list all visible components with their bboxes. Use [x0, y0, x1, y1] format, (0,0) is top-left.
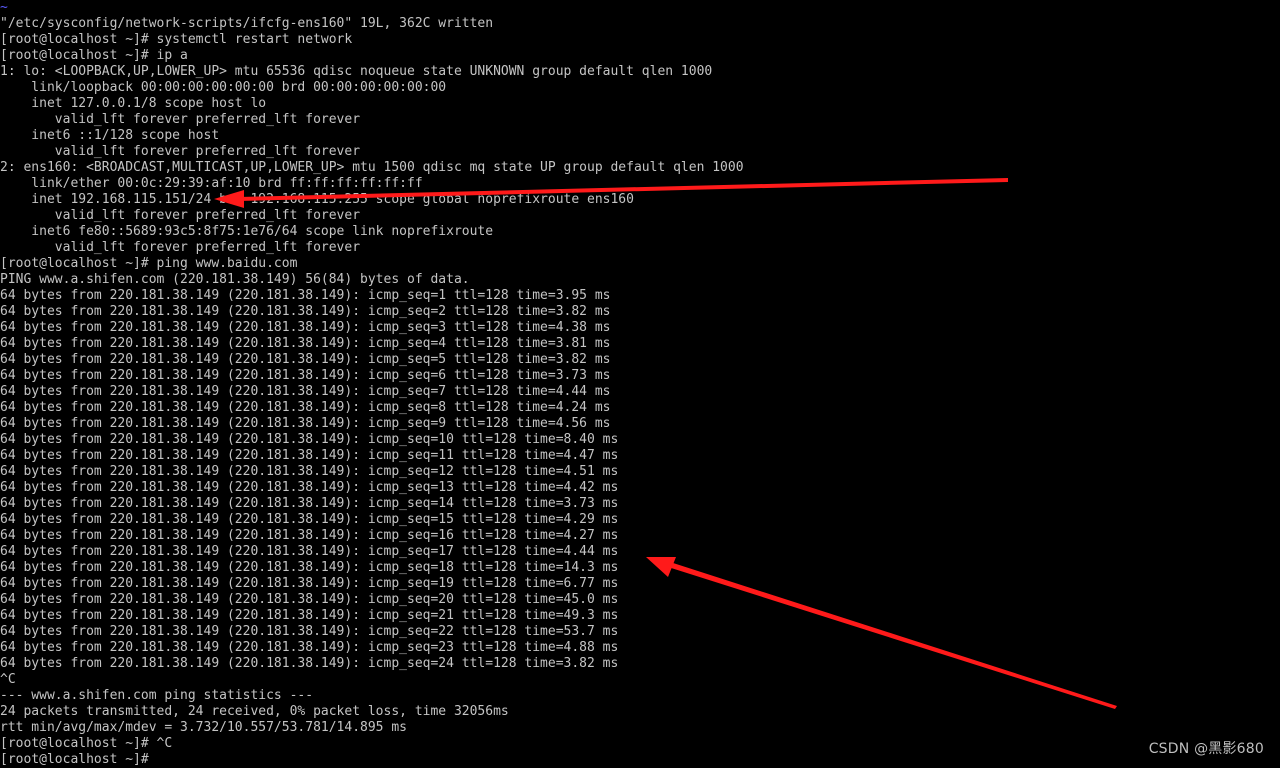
terminal-output: ~ "/etc/sysconfig/network-scripts/ifcfg-e…	[0, 0, 744, 768]
terminal-line: inet 127.0.0.1/8 scope host lo	[0, 96, 267, 111]
terminal-line: 64 bytes from 220.181.38.149 (220.181.38…	[0, 368, 611, 383]
terminal-line: 64 bytes from 220.181.38.149 (220.181.38…	[0, 576, 619, 591]
terminal-line: 64 bytes from 220.181.38.149 (220.181.38…	[0, 512, 619, 527]
terminal-line: valid_lft forever preferred_lft forever	[0, 144, 361, 159]
terminal-line: [root@localhost ~]# ip a	[0, 48, 188, 63]
terminal-line: 64 bytes from 220.181.38.149 (220.181.38…	[0, 320, 611, 335]
terminal-line: 64 bytes from 220.181.38.149 (220.181.38…	[0, 640, 619, 655]
terminal-line: valid_lft forever preferred_lft forever	[0, 208, 361, 223]
terminal-line: valid_lft forever preferred_lft forever	[0, 240, 361, 255]
terminal-line: 64 bytes from 220.181.38.149 (220.181.38…	[0, 464, 619, 479]
terminal-line: 64 bytes from 220.181.38.149 (220.181.38…	[0, 560, 619, 575]
terminal-line: 64 bytes from 220.181.38.149 (220.181.38…	[0, 304, 611, 319]
terminal-window[interactable]: ~ "/etc/sysconfig/network-scripts/ifcfg-e…	[0, 0, 1280, 768]
terminal-line: valid_lft forever preferred_lft forever	[0, 112, 361, 127]
terminal-line: --- www.a.shifen.com ping statistics ---	[0, 688, 314, 703]
terminal-line: 64 bytes from 220.181.38.149 (220.181.38…	[0, 448, 619, 463]
terminal-line: 2: ens160: <BROADCAST,MULTICAST,UP,LOWER…	[0, 160, 744, 175]
terminal-line: [root@localhost ~]# ping www.baidu.com	[0, 256, 298, 271]
terminal-line: ^C	[0, 672, 16, 687]
terminal-line: "/etc/sysconfig/network-scripts/ifcfg-en…	[0, 16, 494, 31]
terminal-line: 64 bytes from 220.181.38.149 (220.181.38…	[0, 432, 619, 447]
terminal-line: PING www.a.shifen.com (220.181.38.149) 5…	[0, 272, 470, 287]
csdn-watermark: CSDN @黑影680	[1148, 741, 1264, 757]
terminal-line: ~	[0, 0, 8, 15]
terminal-line: rtt min/avg/max/mdev = 3.732/10.557/53.7…	[0, 720, 407, 735]
terminal-line: link/ether 00:0c:29:39:af:10 brd ff:ff:f…	[0, 176, 423, 191]
terminal-line: 64 bytes from 220.181.38.149 (220.181.38…	[0, 544, 619, 559]
terminal-line: 64 bytes from 220.181.38.149 (220.181.38…	[0, 608, 619, 623]
terminal-line: 64 bytes from 220.181.38.149 (220.181.38…	[0, 416, 611, 431]
terminal-line: 64 bytes from 220.181.38.149 (220.181.38…	[0, 352, 611, 367]
terminal-line: 64 bytes from 220.181.38.149 (220.181.38…	[0, 624, 619, 639]
terminal-line: 64 bytes from 220.181.38.149 (220.181.38…	[0, 480, 619, 495]
terminal-line: inet 192.168.115.151/24 brd 192.168.115.…	[0, 192, 634, 207]
terminal-line: [root@localhost ~]# systemctl restart ne…	[0, 32, 353, 47]
terminal-line: inet6 ::1/128 scope host	[0, 128, 220, 143]
terminal-line: 64 bytes from 220.181.38.149 (220.181.38…	[0, 288, 611, 303]
terminal-line: 64 bytes from 220.181.38.149 (220.181.38…	[0, 400, 611, 415]
terminal-line: 64 bytes from 220.181.38.149 (220.181.38…	[0, 592, 619, 607]
terminal-line: inet6 fe80::5689:93c5:8f75:1e76/64 scope…	[0, 224, 494, 239]
terminal-line: link/loopback 00:00:00:00:00:00 brd 00:0…	[0, 80, 447, 95]
terminal-line: 64 bytes from 220.181.38.149 (220.181.38…	[0, 384, 611, 399]
terminal-line: 64 bytes from 220.181.38.149 (220.181.38…	[0, 656, 619, 671]
terminal-line: 64 bytes from 220.181.38.149 (220.181.38…	[0, 528, 619, 543]
terminal-line: 1: lo: <LOOPBACK,UP,LOWER_UP> mtu 65536 …	[0, 64, 713, 79]
terminal-line: 24 packets transmitted, 24 received, 0% …	[0, 704, 509, 719]
terminal-line: 64 bytes from 220.181.38.149 (220.181.38…	[0, 496, 619, 511]
terminal-line: [root@localhost ~]# ^C	[0, 736, 173, 751]
terminal-line: [root@localhost ~]#	[0, 752, 149, 767]
terminal-line: 64 bytes from 220.181.38.149 (220.181.38…	[0, 336, 611, 351]
